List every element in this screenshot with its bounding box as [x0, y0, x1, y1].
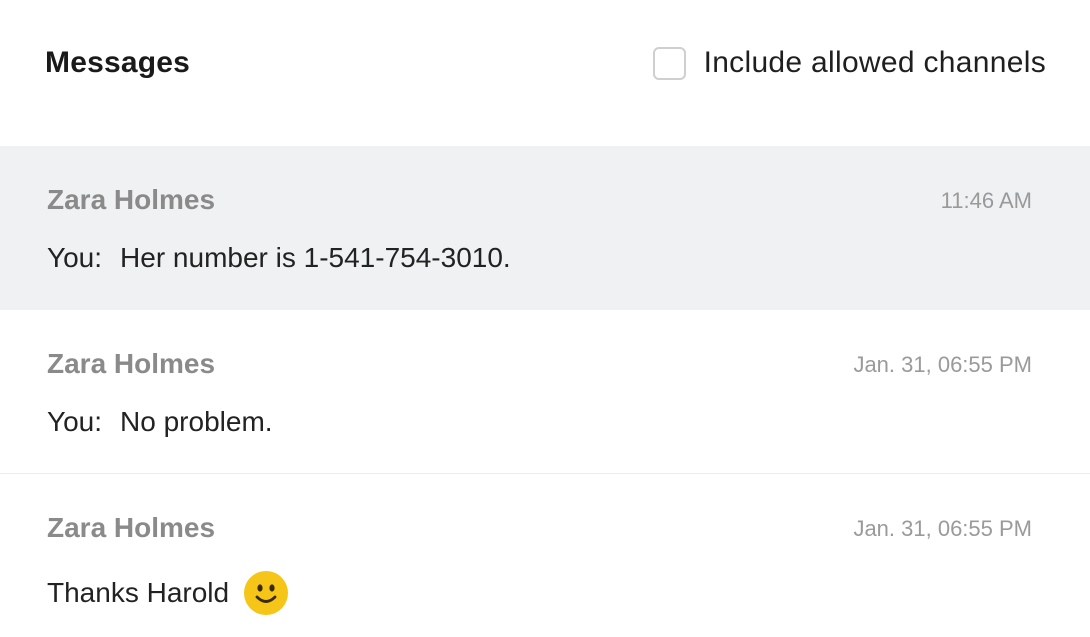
message-text: No problem. [120, 406, 273, 437]
message-item[interactable]: Zara Holmes Jan. 31, 06:55 PM You: No pr… [0, 310, 1090, 474]
message-list: Zara Holmes 11:46 AM You: Her number is … [0, 146, 1090, 637]
message-item[interactable]: Zara Holmes Jan. 31, 06:55 PM Thanks Har… [0, 474, 1090, 637]
message-you-prefix: You: [47, 406, 103, 437]
message-preview: You: Her number is 1-541-754-3010. [47, 242, 511, 274]
message-text: Her number is 1-541-754-3010. [120, 242, 511, 273]
include-allowed-channels-toggle[interactable]: Include allowed channels [652, 46, 1046, 80]
message-item[interactable]: Zara Holmes 11:46 AM You: Her number is … [0, 146, 1090, 310]
message-you-prefix: You: [47, 242, 103, 273]
message-preview: You: No problem. [47, 406, 273, 438]
message-sender: Zara Holmes [47, 184, 216, 215]
message-time: Jan. 31, 06:55 PM [853, 516, 1032, 541]
message-time: 11:46 AM [940, 188, 1032, 213]
include-allowed-channels-label[interactable]: Include allowed channels [704, 46, 1046, 80]
message-sender: Zara Holmes [47, 512, 216, 543]
page-title: Messages [45, 46, 191, 79]
slightly-smiling-face-icon [243, 570, 289, 616]
messages-header: Messages Include allowed channels [0, 0, 1090, 146]
message-sender: Zara Holmes [47, 348, 216, 379]
message-time: Jan. 31, 06:55 PM [853, 352, 1032, 377]
message-preview: Thanks Harold [47, 570, 289, 616]
message-text: Thanks Harold [47, 577, 230, 608]
messages-panel: Messages Include allowed channels Zara H… [0, 0, 1090, 637]
include-allowed-channels-checkbox[interactable] [652, 46, 686, 80]
